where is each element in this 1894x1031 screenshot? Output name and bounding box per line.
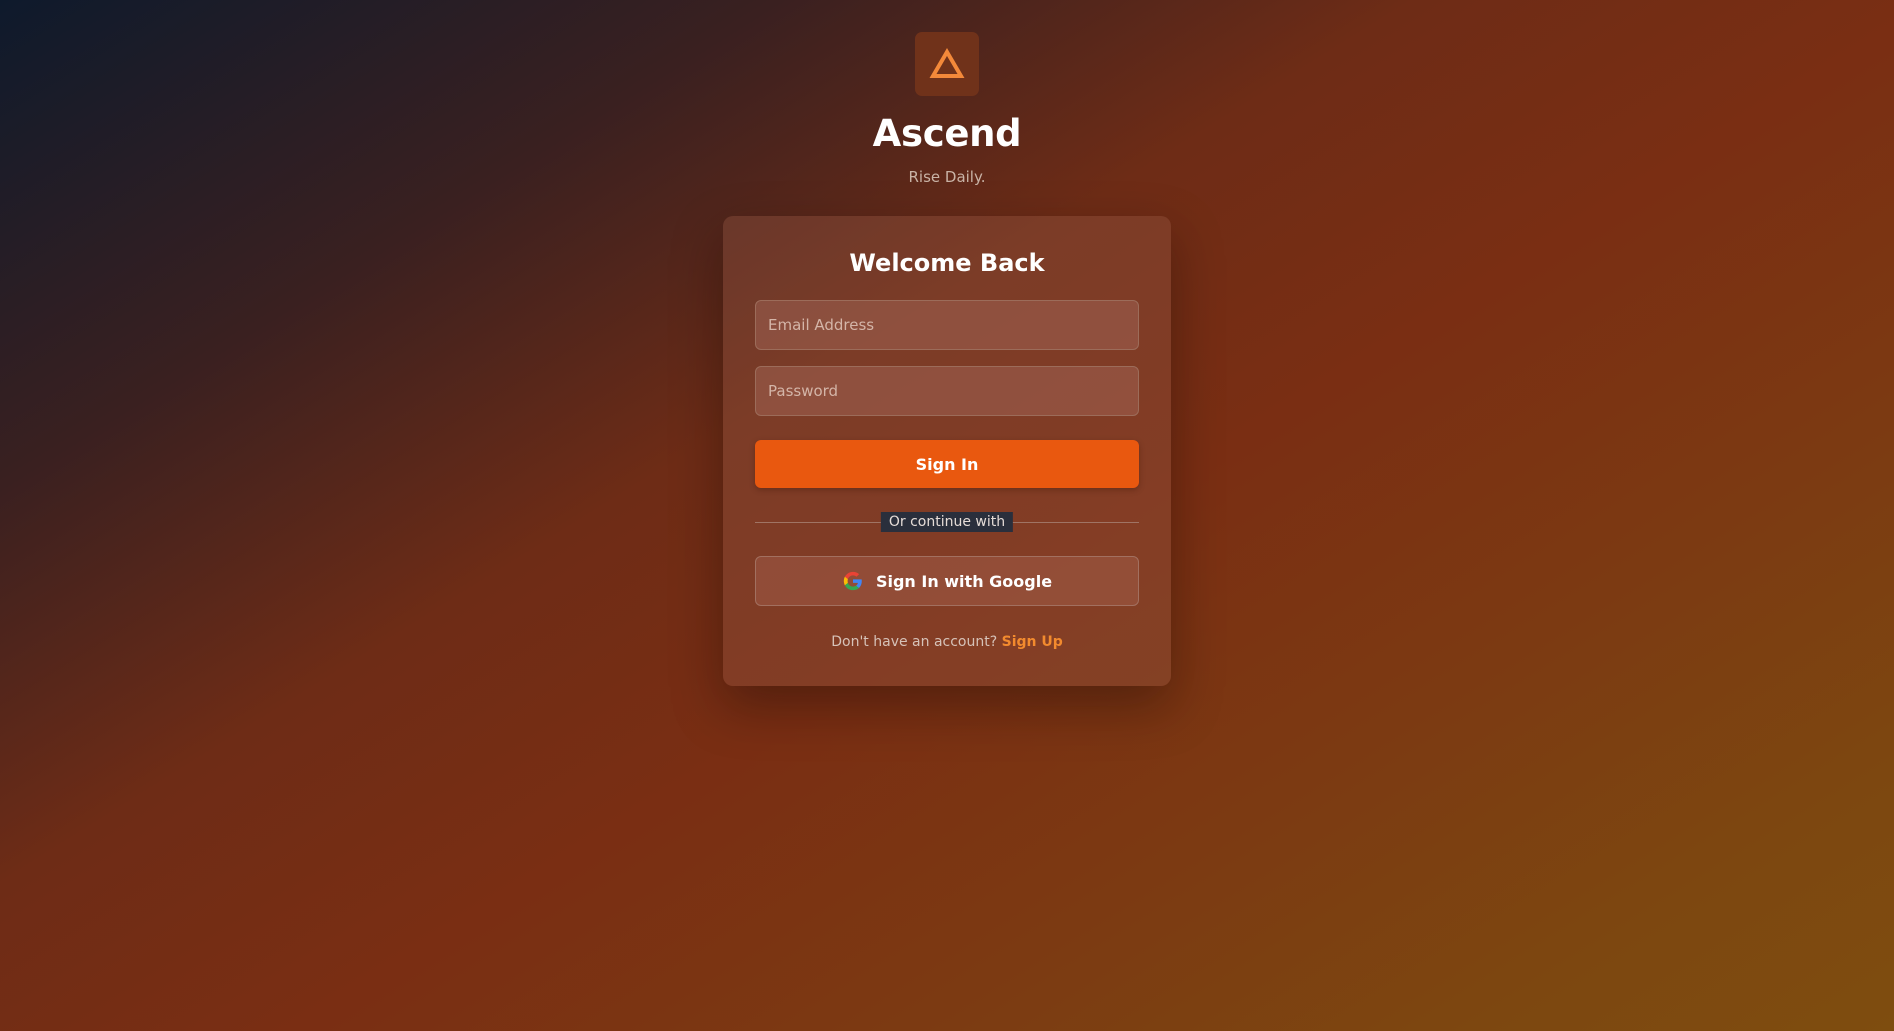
sign-up-link[interactable]: Sign Up (1002, 634, 1063, 650)
or-divider: Or continue with (755, 512, 1139, 532)
google-sign-in-button[interactable]: Sign In with Google (755, 556, 1139, 606)
signup-row: Don't have an account? Sign Up (755, 632, 1139, 652)
app-tagline: Rise Daily. (908, 168, 986, 186)
app-logo (915, 32, 979, 96)
google-icon (843, 571, 862, 591)
divider-label: Or continue with (880, 512, 1014, 532)
login-card: Welcome Back Sign In Or continue with Si… (723, 216, 1171, 686)
login-heading: Welcome Back (849, 249, 1045, 277)
email-field[interactable] (755, 300, 1139, 350)
signup-prompt: Don't have an account? (831, 634, 998, 650)
password-field[interactable] (755, 366, 1139, 416)
triangle-logo-icon (929, 48, 965, 78)
google-button-label: Sign In with Google (875, 571, 1053, 591)
app-title: Ascend (872, 112, 1022, 155)
brand-header: Ascend Rise Daily. (0, 32, 1894, 186)
sign-in-button[interactable]: Sign In (755, 440, 1139, 488)
